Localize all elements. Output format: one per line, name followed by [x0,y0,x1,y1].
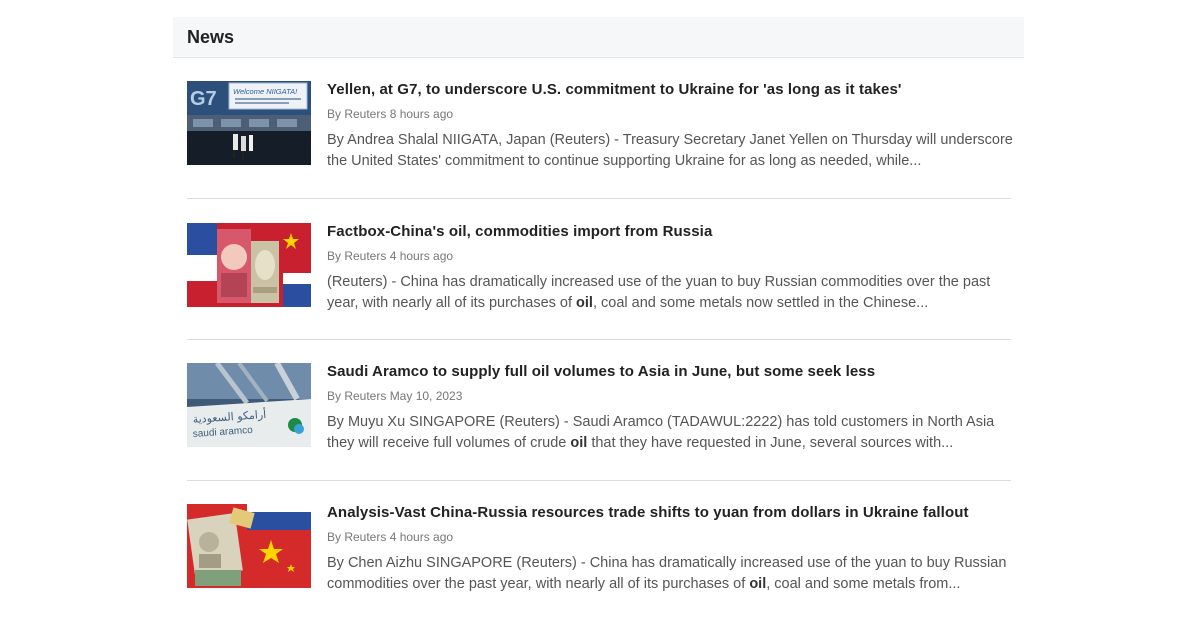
summary-text: By Andrea Shalal NIIGATA, Japan (Reuters… [327,132,1013,169]
thumb-logo-text: G7 [190,88,217,110]
summary-text-end: that they have requested in June, severa… [587,435,954,451]
news-summary: By Andrea Shalal NIIGATA, Japan (Reuters… [327,130,1017,172]
news-summary: By Chen Aizhu SINGAPORE (Reuters) - Chin… [327,553,1017,595]
news-headline-link[interactable]: Saudi Aramco to supply full oil volumes … [327,363,1011,380]
summary-text-end: , coal and some metals now settled in th… [592,295,929,311]
news-content: Yellen, at G7, to underscore U.S. commit… [327,81,1013,172]
news-content: Factbox-China's oil, commodities import … [327,223,1011,314]
news-meta: By Reuters 4 hours ago [327,249,454,263]
news-panel-title: News [187,26,235,47]
news-panel-header: News [173,17,1024,58]
news-content: Saudi Aramco to supply full oil volumes … [327,363,1011,454]
news-summary: By Muyu Xu SINGAPORE (Reuters) - Saudi A… [327,412,1017,454]
news-item: Analysis-Vast China-Russia resources tra… [187,481,1011,621]
summary-highlight: oil [576,295,593,311]
news-item: أرامكو السعودية saudi aramco Saudi Aramc… [187,340,1011,481]
news-list: Welcome NIIGATA! G7 Yellen, at G7, to un… [187,58,1013,621]
news-content: Analysis-Vast China-Russia resources tra… [327,504,1011,595]
news-thumbnail-yuan-flags[interactable] [187,504,311,588]
news-item: Factbox-China's oil, commodities import … [187,199,1011,340]
summary-text-end: , coal and some metals from... [766,576,961,592]
summary-highlight: oil [570,435,588,451]
news-meta: By Reuters 4 hours ago [327,530,454,544]
news-panel: News Welcome NIIGATA! G7 Yellen, at G7, … [173,17,1024,620]
news-headline-link[interactable]: Yellen, at G7, to underscore U.S. commit… [327,81,1011,98]
summary-highlight: oil [749,576,767,592]
news-thumbnail-aramco[interactable]: أرامكو السعودية saudi aramco [187,363,311,447]
thumb-sign-text: Welcome NIIGATA! [233,87,298,96]
news-headline-link[interactable]: Factbox-China's oil, commodities import … [327,223,1011,240]
news-meta: By Reuters 8 hours ago [327,107,454,121]
news-item: Welcome NIIGATA! G7 Yellen, at G7, to un… [187,58,1013,199]
news-thumbnail-yuan[interactable] [187,223,311,307]
news-headline-link[interactable]: Analysis-Vast China-Russia resources tra… [327,504,1011,521]
news-meta: By Reuters May 10, 2023 [327,389,463,403]
news-summary: (Reuters) - China has dramatically incre… [327,272,1017,314]
news-thumbnail-g7[interactable]: Welcome NIIGATA! G7 [187,81,311,165]
